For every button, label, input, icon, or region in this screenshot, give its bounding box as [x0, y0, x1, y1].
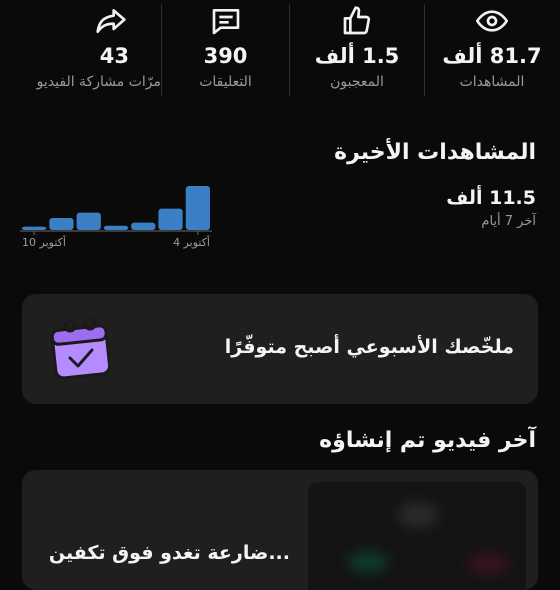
- latest-video-card[interactable]: ...ضارعة تغدو فوق تكفين: [22, 470, 538, 590]
- latest-video-title: آخر فيديو تم إنشاؤه: [319, 428, 536, 453]
- chart-bar: [22, 226, 47, 230]
- stat-comments[interactable]: 390 التعليقات: [162, 0, 289, 96]
- stat-divider: [289, 4, 290, 96]
- chart-bar: [103, 225, 129, 230]
- recent-views-period: آخر 7 أيام: [481, 214, 536, 229]
- stat-likes-value: 1.5 ألف: [314, 44, 400, 68]
- calendar-check-icon: [48, 316, 114, 382]
- recent-views-total: 11.5 ألف: [446, 187, 536, 209]
- comment-icon: [209, 4, 243, 38]
- stat-comments-label: التعليقات: [199, 74, 252, 90]
- stat-likes[interactable]: 1.5 ألف المعجبون: [290, 0, 424, 96]
- stat-shares[interactable]: 43 مرّات مشاركة الفيديو: [0, 0, 161, 96]
- video-title: ...ضارعة تغدو فوق تكفين: [48, 542, 290, 564]
- stat-divider: [424, 4, 425, 96]
- chart-bar: [49, 218, 74, 230]
- stat-shares-label: مرّات مشاركة الفيديو: [36, 74, 161, 90]
- recent-views-chart[interactable]: 10 أكتوبر 4 أكتوبر: [20, 176, 212, 252]
- stat-views-label: المشاهدات: [459, 74, 525, 90]
- share-arrow-icon: [94, 4, 128, 38]
- stat-likes-label: المعجبون: [330, 74, 384, 90]
- chart-bar: [131, 222, 156, 230]
- eye-icon: [475, 4, 509, 38]
- stat-shares-value: 43: [99, 44, 129, 68]
- stat-views-value: 81.7 ألف: [442, 44, 542, 68]
- chart-xtick-label: 10 أكتوبر: [22, 235, 66, 249]
- stat-views[interactable]: 81.7 ألف المشاهدات: [424, 0, 560, 96]
- weekly-summary-card[interactable]: ملخّصك الأسبوعي أصبح متوفّرًا: [22, 294, 538, 404]
- video-thumbnail[interactable]: [308, 482, 526, 590]
- weekly-summary-text: ملخّصك الأسبوعي أصبح متوفّرًا: [224, 336, 514, 358]
- chart-bar: [76, 212, 101, 230]
- thumbs-up-icon: [340, 4, 374, 38]
- stat-comments-value: 390: [203, 44, 248, 68]
- chart-bar: [185, 186, 210, 230]
- chart-bar: [158, 208, 183, 230]
- stats-row: 81.7 ألف المشاهدات 1.5 ألف المعجبون 390 …: [0, 0, 560, 112]
- chart-xtick-label: 4 أكتوبر: [173, 235, 210, 249]
- stat-divider: [161, 4, 162, 96]
- recent-views-title: المشاهدات الأخيرة: [334, 140, 536, 165]
